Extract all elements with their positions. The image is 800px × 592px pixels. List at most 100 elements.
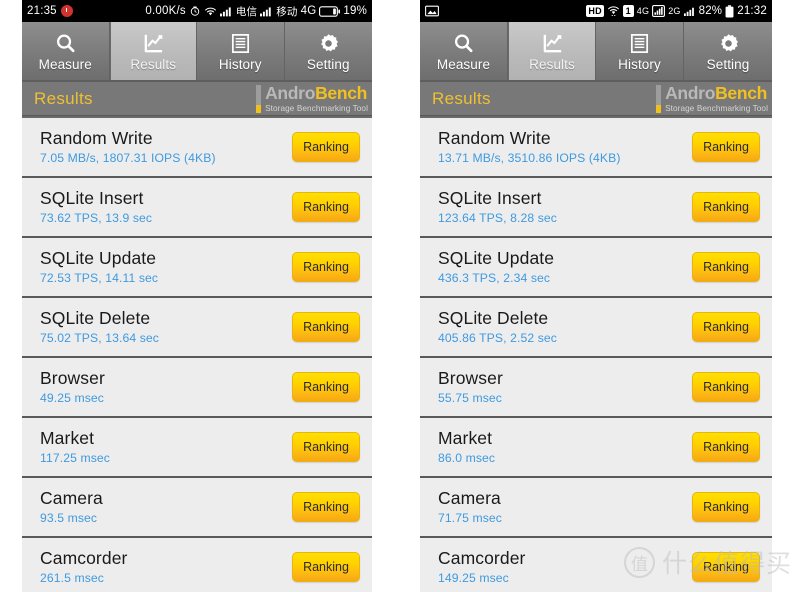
row-value: 436.3 TPS, 2.34 sec [438,271,551,285]
left-results-list: Random Write 7.05 MB/s, 1807.31 IOPS (4K… [22,116,372,592]
tab-history[interactable]: History [197,22,285,80]
table-row[interactable]: Random Write 7.05 MB/s, 1807.31 IOPS (4K… [22,116,372,176]
ranking-button[interactable]: Ranking [692,252,760,282]
right-status-bar: HD 1 4G 2G 82% 21:32 [420,0,772,22]
ranking-button[interactable]: Ranking [692,432,760,462]
tab-results[interactable]: Results [508,22,596,80]
table-row[interactable]: Market 117.25 msec Ranking [22,416,372,476]
ranking-button[interactable]: Ranking [292,312,360,342]
table-row[interactable]: SQLite Update 72.53 TPS, 14.11 sec Ranki… [22,236,372,296]
tab-history[interactable]: History [596,22,684,80]
table-row[interactable]: Browser 55.75 msec Ranking [420,356,772,416]
alarm-icon [60,5,73,17]
table-row[interactable]: SQLite Update 436.3 TPS, 2.34 sec Rankin… [420,236,772,296]
logo-text-andro: Andro [265,83,316,103]
row-value: 123.64 TPS, 8.28 sec [438,211,557,225]
ranking-button[interactable]: Ranking [292,132,360,162]
row-title: SQLite Delete [438,308,549,328]
sim-badge: 1 [622,5,634,17]
row-title: SQLite Insert [438,188,542,208]
ranking-button[interactable]: Ranking [692,132,760,162]
list-lines-icon [229,30,252,56]
ranking-button[interactable]: Ranking [692,312,760,342]
table-row[interactable]: Browser 49.25 msec Ranking [22,356,372,416]
logo-accent-bar [256,85,262,113]
tab-measure[interactable]: Measure [420,22,508,80]
table-row[interactable]: SQLite Delete 75.02 TPS, 13.64 sec Ranki… [22,296,372,356]
androbench-logo: AndroBench Storage Benchmarking Tool [656,83,768,113]
row-title: Camera [438,488,501,508]
gear-icon [317,30,340,56]
ranking-button[interactable]: Ranking [292,252,360,282]
ranking-button[interactable]: Ranking [292,552,360,582]
left-tab-bar: Measure Results History Setting [22,22,372,82]
table-row[interactable]: Camera 93.5 msec Ranking [22,476,372,536]
row-value: 149.25 msec [438,571,509,585]
row-title: Browser [438,368,503,388]
tab-setting[interactable]: Setting [684,22,772,80]
table-row[interactable]: SQLite Insert 73.62 TPS, 13.9 sec Rankin… [22,176,372,236]
logo-accent-bar [656,85,662,113]
table-row[interactable]: SQLite Insert 123.64 TPS, 8.28 sec Ranki… [420,176,772,236]
tab-setting[interactable]: Setting [285,22,373,80]
ranking-button[interactable]: Ranking [292,492,360,522]
row-value: 7.05 MB/s, 1807.31 IOPS (4KB) [40,151,216,165]
signal-bars-icon-2 [260,6,273,17]
row-title: SQLite Insert [40,188,144,208]
chart-icon [142,30,165,56]
row-value: 72.53 TPS, 14.11 sec [40,271,159,285]
row-value: 93.5 msec [40,511,98,525]
battery-icon [725,4,734,18]
ranking-button[interactable]: Ranking [692,492,760,522]
tab-setting-label: Setting [706,57,750,72]
tab-results[interactable]: Results [109,22,197,80]
row-value: 405.86 TPS, 2.52 sec [438,331,557,345]
row-value: 86.0 msec [438,451,496,465]
row-title: Market [40,428,95,448]
right-title-bar: Results AndroBench Storage Benchmarking … [420,82,772,116]
row-title: SQLite Update [438,248,555,268]
ranking-button[interactable]: Ranking [692,192,760,222]
table-row[interactable]: Random Write 13.71 MB/s, 3510.86 IOPS (4… [420,116,772,176]
row-title: Random Write [40,128,153,148]
row-title: SQLite Delete [40,308,151,328]
table-row[interactable]: Camera 71.75 msec Ranking [420,476,772,536]
tab-measure-label: Measure [436,57,491,72]
signal-bars-icon [219,6,233,17]
right-results-list: Random Write 13.71 MB/s, 3510.86 IOPS (4… [420,116,772,592]
logo-subtitle: Storage Benchmarking Tool [265,103,368,113]
ranking-button[interactable]: Ranking [292,372,360,402]
battery-icon [319,5,341,17]
signal-bars-icon-2 [683,6,696,17]
network-type-2-label: 2G [668,6,681,16]
table-row[interactable]: Camcorder 149.25 msec Ranking [420,536,772,592]
tab-history-label: History [618,57,661,72]
left-phone-screenshot: 21:35 0.00K/s 电信 移动 4G 19% Measure Resul… [22,0,372,592]
row-value: 117.25 msec [40,451,110,465]
row-title: Camcorder [40,548,128,568]
logo-subtitle: Storage Benchmarking Tool [665,103,768,113]
signal-bars-icon [652,5,666,17]
row-title: Camera [40,488,103,508]
photo-icon [425,5,439,17]
table-row[interactable]: SQLite Delete 405.86 TPS, 2.52 sec Ranki… [420,296,772,356]
tab-results-label: Results [130,57,177,72]
gear-icon [717,30,740,56]
right-phone-screenshot: HD 1 4G 2G 82% 21:32 Measure Results His… [420,0,772,592]
left-title-bar: Results AndroBench Storage Benchmarking … [22,82,372,116]
carrier-2-label: 移动 [276,5,298,18]
logo-text-bench: Bench [715,83,768,103]
ranking-button[interactable]: Ranking [692,372,760,402]
table-row[interactable]: Camcorder 261.5 msec Ranking [22,536,372,592]
ranking-button[interactable]: Ranking [692,552,760,582]
table-row[interactable]: Market 86.0 msec Ranking [420,416,772,476]
ranking-button[interactable]: Ranking [292,192,360,222]
ranking-button[interactable]: Ranking [292,432,360,462]
list-lines-icon [628,30,651,56]
wifi-icon [607,5,620,17]
status-time: 21:35 [27,5,57,17]
row-value: 71.75 msec [438,511,503,525]
tab-measure[interactable]: Measure [22,22,110,80]
chart-icon [541,30,564,56]
left-status-bar: 21:35 0.00K/s 电信 移动 4G 19% [22,0,372,22]
